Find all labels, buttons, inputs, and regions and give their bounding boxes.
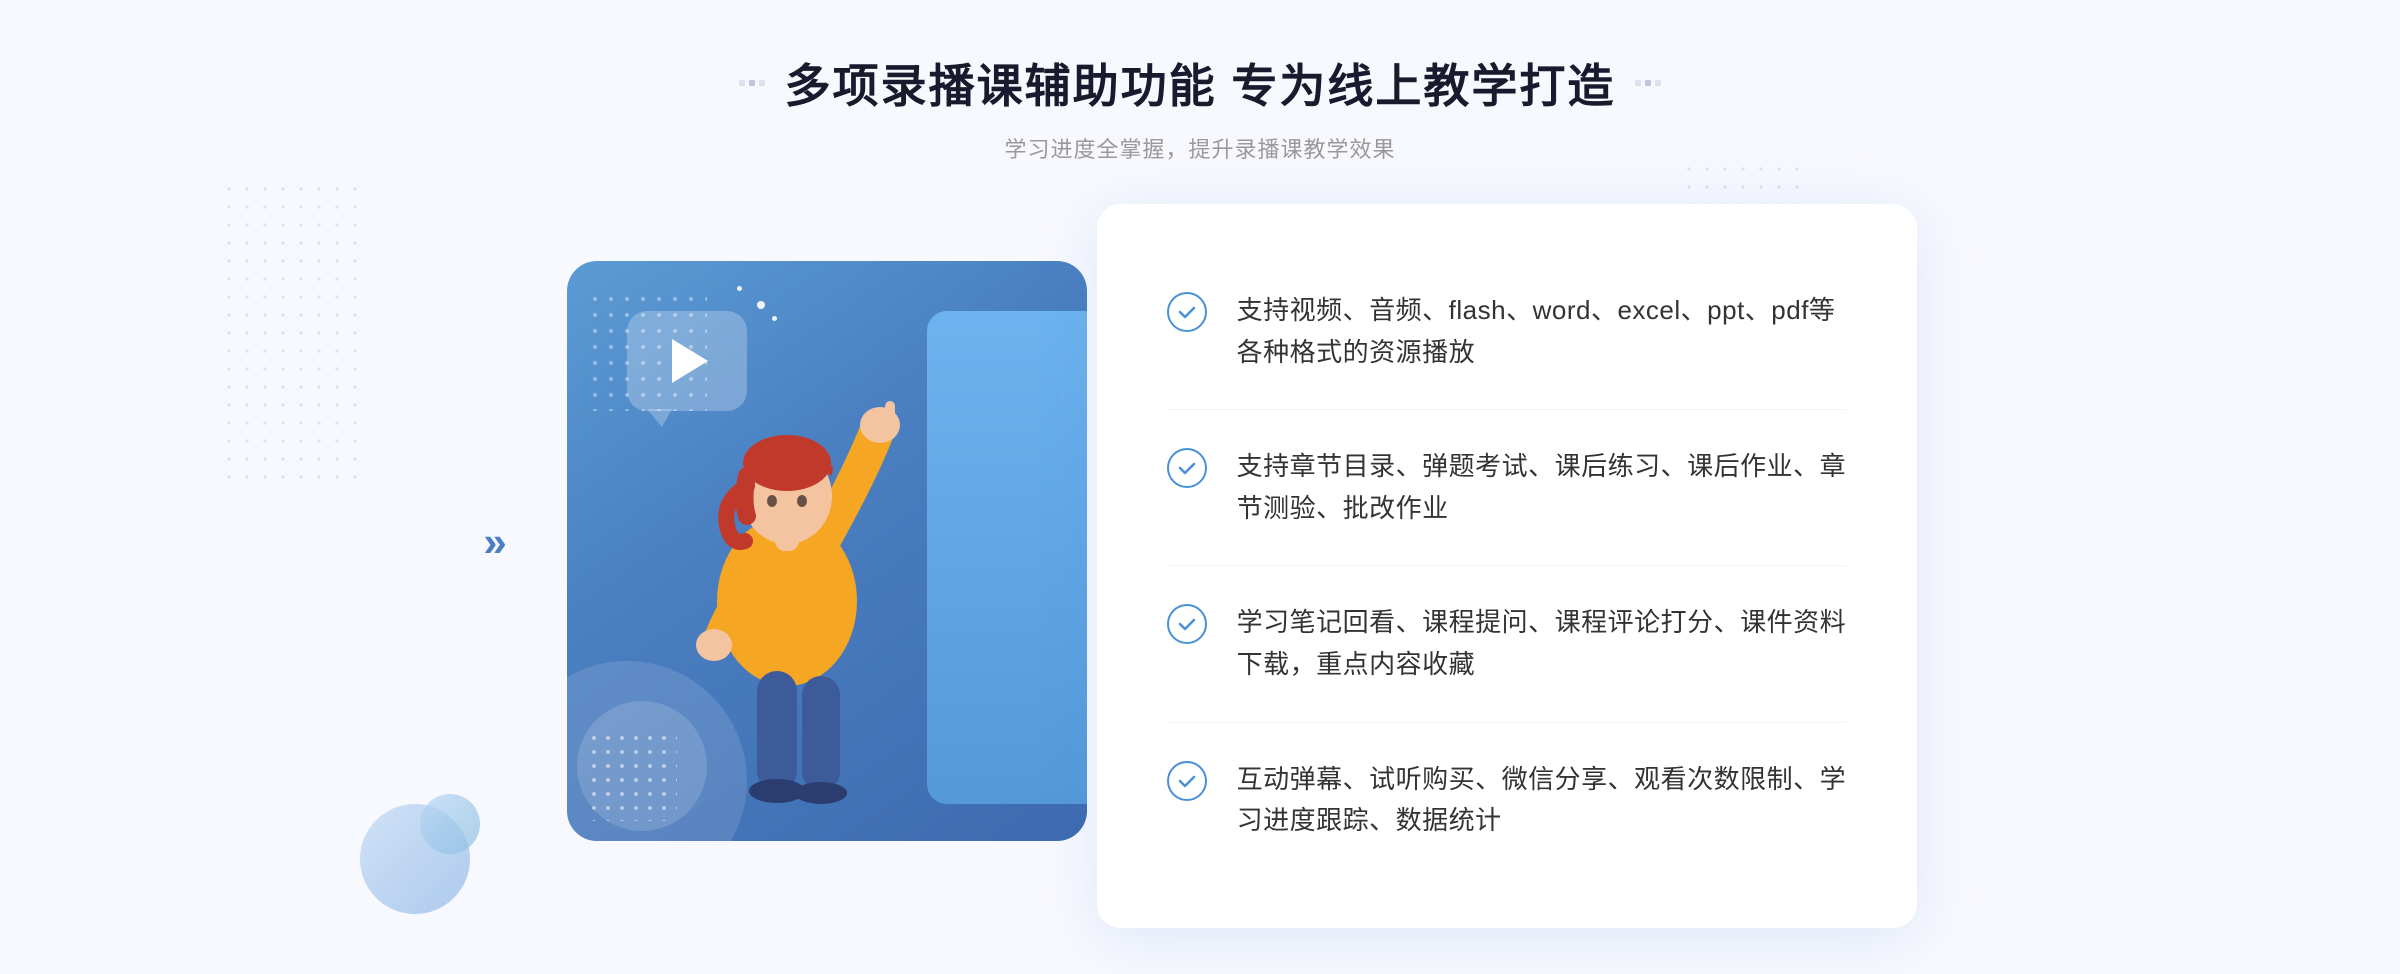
left-chevron[interactable]: » <box>483 518 506 566</box>
check-circle-1 <box>1167 292 1207 332</box>
blue-bg-rect <box>567 261 1087 841</box>
features-card: 支持视频、音频、flash、word、excel、ppt、pdf等各种格式的资源… <box>1097 204 1917 928</box>
bottom-deco-circle-sm <box>420 794 480 854</box>
header-title-row: 多项录播课辅助功能 专为线上教学打造 <box>739 50 1662 116</box>
check-icon-2 <box>1167 448 1207 488</box>
check-svg-2 <box>1176 457 1198 479</box>
sparkle-dot-2 <box>737 286 742 291</box>
check-icon-4 <box>1167 761 1207 801</box>
header-section: 多项录播课辅助功能 专为线上教学打造 学习进度全掌握，提升录播课教学效果 <box>739 50 1662 164</box>
check-svg-3 <box>1176 613 1198 635</box>
feature-item-4: 互动弹幕、试听购买、微信分享、观看次数限制、学习进度跟踪、数据统计 <box>1167 723 1847 878</box>
feature-text-4: 互动弹幕、试听购买、微信分享、观看次数限制、学习进度跟踪、数据统计 <box>1237 759 1847 842</box>
illustration-container <box>537 241 1117 891</box>
check-icon-1 <box>1167 292 1207 332</box>
chevron-left-icon: » <box>483 518 506 565</box>
title-decoration-left <box>739 80 765 86</box>
check-svg-1 <box>1176 301 1198 323</box>
feature-text-1: 支持视频、音频、flash、word、excel、ppt、pdf等各种格式的资源… <box>1237 290 1847 373</box>
check-circle-3 <box>1167 604 1207 644</box>
page-subtitle: 学习进度全掌握，提升录播课教学效果 <box>739 132 1662 164</box>
deco-circle-bottom-small <box>420 794 480 854</box>
check-icon-3 <box>1167 604 1207 644</box>
feature-item-2: 支持章节目录、弹题考试、课后练习、课后作业、章节测验、批改作业 <box>1167 410 1847 566</box>
check-circle-2 <box>1167 448 1207 488</box>
check-svg-4 <box>1176 770 1198 792</box>
dot-grid-bottom <box>587 731 677 821</box>
main-content: » <box>450 204 1950 928</box>
feature-text-3: 学习笔记回看、课程提问、课程评论打分、课件资料下载，重点内容收藏 <box>1237 602 1847 685</box>
title-decoration-right <box>1635 80 1661 86</box>
page-container: 多项录播课辅助功能 专为线上教学打造 学习进度全掌握，提升录播课教学效果 » <box>0 0 2400 974</box>
dot-pattern-left <box>220 180 360 480</box>
check-circle-4 <box>1167 761 1207 801</box>
feature-text-2: 支持章节目录、弹题考试、课后练习、课后作业、章节测验、批改作业 <box>1237 446 1847 529</box>
feature-item-1: 支持视频、音频、flash、word、excel、ppt、pdf等各种格式的资源… <box>1167 254 1847 410</box>
feature-item-3: 学习笔记回看、课程提问、课程评论打分、课件资料下载，重点内容收藏 <box>1167 566 1847 722</box>
page-title: 多项录播课辅助功能 专为线上教学打造 <box>785 50 1616 116</box>
